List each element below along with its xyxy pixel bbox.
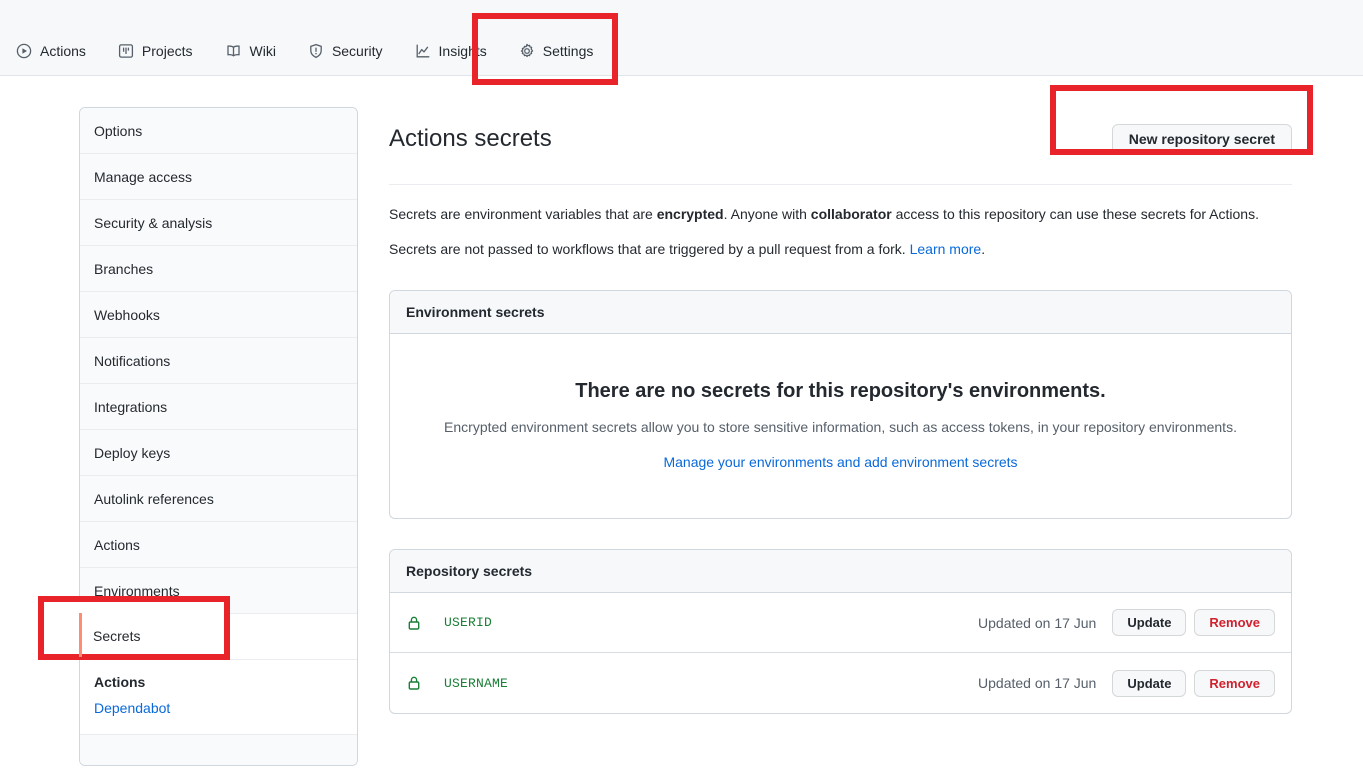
nav-tab-label: Wiki — [249, 43, 276, 59]
sidebar-item-deploy-keys[interactable]: Deploy keys — [80, 430, 357, 476]
sidebar-item-label: Webhooks — [94, 306, 160, 323]
nav-tab-insights[interactable]: Insights — [399, 27, 503, 75]
sidebar-item-label: Manage access — [94, 168, 193, 185]
annotation-secrets-label: Secrets — [93, 628, 141, 644]
sidebar-item-branches[interactable]: Branches — [80, 246, 357, 292]
project-board-icon — [118, 43, 134, 59]
secret-updated-date: Updated on 17 Jun — [978, 675, 1097, 692]
nav-tab-settings[interactable]: Settings — [503, 27, 610, 75]
nav-tab-projects[interactable]: Projects — [102, 27, 209, 75]
environment-secrets-empty-state: There are no secrets for this repository… — [390, 334, 1291, 518]
secret-name: USERID — [444, 615, 493, 631]
nav-tab-wiki[interactable]: Wiki — [209, 27, 292, 75]
page-header: Actions secrets New repository secret — [389, 108, 1292, 186]
remove-secret-button[interactable]: Remove — [1194, 609, 1275, 637]
table-row: USERNAME Updated on 17 Jun Update Remove — [390, 653, 1291, 713]
lock-icon — [406, 615, 422, 631]
settings-body: Options Manage access Security & analysi… — [0, 76, 1363, 769]
sidebar-item-webhooks[interactable]: Webhooks — [80, 292, 357, 338]
sidebar-item-label: Branches — [94, 260, 154, 277]
repository-nav-bar: Actions Projects Wiki Security Insights … — [0, 0, 1363, 76]
gear-icon — [519, 43, 535, 59]
update-secret-button[interactable]: Update — [1112, 609, 1187, 637]
secrets-description-line-1: Secrets are environment variables that a… — [389, 204, 1292, 225]
sidebar-item-label: Autolink references — [94, 490, 214, 507]
book-icon — [225, 43, 242, 59]
desc-bold-collaborator: collaborator — [810, 206, 892, 223]
sidebar-item-dependabot[interactable]: Dependabot — [94, 700, 343, 716]
sidebar-item-actions[interactable]: Actions — [80, 522, 357, 568]
repository-secrets-card: Repository secrets USERID Updated on 17 … — [389, 549, 1292, 715]
secrets-description-line-2: Secrets are not passed to workflows that… — [389, 239, 1292, 260]
sidebar-item-security-analysis[interactable]: Security & analysis — [80, 200, 357, 246]
sidebar-subsection-title: Actions — [94, 674, 146, 690]
graph-icon — [415, 43, 431, 59]
table-row: USERID Updated on 17 Jun Update Remove — [390, 593, 1291, 654]
repository-nav-items: Actions Projects Wiki Security Insights … — [0, 27, 609, 75]
empty-state-title: There are no secrets for this repository… — [575, 380, 1106, 403]
manage-environments-link[interactable]: Manage your environments and add environ… — [406, 454, 1275, 470]
environment-secrets-card-header: Environment secrets — [390, 291, 1291, 335]
new-repository-secret-button[interactable]: New repository secret — [1111, 124, 1292, 155]
desc-bold-encrypted: encrypted — [656, 206, 724, 223]
lock-icon — [406, 675, 422, 691]
nav-tab-actions[interactable]: Actions — [0, 27, 102, 75]
github-repository-settings-screen: Actions Projects Wiki Security Insights … — [0, 0, 1363, 769]
annotation-secrets-active-accent — [79, 613, 82, 657]
settings-sidebar: Options Manage access Security & analysi… — [79, 107, 358, 766]
update-secret-button[interactable]: Update — [1112, 669, 1187, 697]
sidebar-item-autolink-references[interactable]: Autolink references — [80, 476, 357, 522]
environment-secrets-card: Environment secrets There are no secrets… — [389, 290, 1292, 520]
sidebar-item-trailing[interactable] — [80, 735, 357, 765]
sidebar-item-options[interactable]: Options — [80, 108, 357, 154]
learn-more-link[interactable]: Learn more — [910, 241, 982, 257]
nav-tab-security[interactable]: Security — [292, 27, 399, 75]
sidebar-item-label: Options — [94, 122, 143, 139]
nav-tab-label: Insights — [438, 43, 487, 59]
desc-part-3: access to this repository can use these … — [891, 206, 1259, 223]
shield-alert-icon — [308, 43, 324, 59]
secret-updated-date: Updated on 17 Jun — [978, 614, 1097, 631]
empty-state-subtitle: Encrypted environment secrets allow you … — [444, 419, 1237, 436]
sidebar-secrets-subsection: Actions Dependabot — [80, 660, 357, 735]
sidebar-item-integrations[interactable]: Integrations — [80, 384, 357, 430]
settings-main: Actions secrets New repository secret Se… — [389, 76, 1292, 715]
desc-part-2: . Anyone with — [723, 206, 811, 223]
sidebar-item-label: Actions — [94, 536, 140, 553]
remove-secret-button[interactable]: Remove — [1194, 669, 1275, 697]
desc-part-1: Secrets are environment variables that a… — [389, 206, 657, 223]
nav-tab-label: Actions — [40, 43, 86, 59]
nav-tab-label: Security — [331, 43, 383, 59]
nav-tab-label: Projects — [141, 43, 193, 59]
sidebar-item-label: Notifications — [94, 352, 171, 369]
desc-fork-tail: . — [981, 241, 986, 258]
sidebar-item-label: Integrations — [94, 398, 168, 415]
secret-name: USERNAME — [444, 675, 509, 691]
sidebar-item-notifications[interactable]: Notifications — [80, 338, 357, 384]
sidebar-item-environments[interactable]: Environments — [80, 568, 357, 614]
nav-tab-label: Settings — [542, 43, 594, 59]
repository-secrets-card-header: Repository secrets — [390, 550, 1291, 594]
sidebar-item-label: Security & analysis — [94, 214, 213, 231]
desc-fork-text: Secrets are not passed to workflows that… — [389, 241, 910, 258]
sidebar-item-label: Environments — [94, 582, 180, 599]
sidebar-item-manage-access[interactable]: Manage access — [80, 154, 357, 200]
sidebar-item-label: Deploy keys — [94, 444, 171, 461]
play-circle-icon — [16, 43, 32, 59]
page-title: Actions secrets — [389, 125, 552, 153]
